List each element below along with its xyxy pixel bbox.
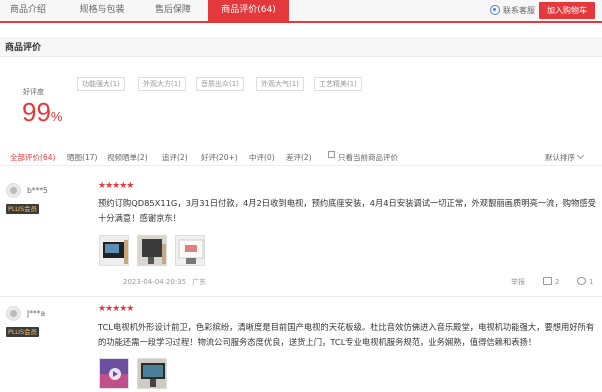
filter-neutral[interactable]: 中评(0) xyxy=(249,152,275,163)
tab-product-intro[interactable]: 商品介绍 xyxy=(0,0,56,21)
filter-negative[interactable]: 差评(2) xyxy=(286,152,312,163)
only-current-checkbox[interactable] xyxy=(328,151,335,158)
photo-image xyxy=(138,236,166,265)
review-video-thumbnail[interactable] xyxy=(99,358,129,389)
filter-photos[interactable]: 晒图(17) xyxy=(67,152,97,163)
sort-dropdown[interactable]: 默认排序 xyxy=(545,151,585,163)
filter-followup[interactable]: 追评(2) xyxy=(162,152,188,163)
like-count: 2 xyxy=(555,278,560,286)
filter-positive[interactable]: 好评(20+) xyxy=(201,152,238,163)
tab-reviews[interactable]: 商品评价(64) xyxy=(208,0,289,21)
plus-member-badge: PLUS会员 xyxy=(6,204,40,214)
review-divider xyxy=(0,296,602,297)
rating-label: 好评度 xyxy=(23,88,44,96)
review-text: 预约订购QD85X11G，3月31日付款，4月2日收到电视，预约底座安装，4月4… xyxy=(98,198,596,223)
video-image xyxy=(100,359,128,388)
review-photo-thumbnail[interactable] xyxy=(175,235,205,266)
only-current-label[interactable]: 只看当前商品评价 xyxy=(338,152,398,163)
tab-after-sales[interactable]: 售后保障 xyxy=(144,0,202,21)
review-photo-thumbnail[interactable] xyxy=(137,358,167,389)
plus-member-badge: PLUS会员 xyxy=(6,327,40,337)
rating-unit: % xyxy=(50,109,63,124)
rating-number: 99 xyxy=(22,97,51,127)
sort-label: 默认排序 xyxy=(545,153,575,162)
photo-image xyxy=(100,236,128,265)
contact-service-label: 联系客服 xyxy=(503,6,535,15)
filter-video[interactable]: 视频晒单(2) xyxy=(107,152,148,163)
product-tab-bar: 商品介绍 规格与包装 售后保障 商品评价(64) 联系客服 加入购物车 xyxy=(0,0,602,23)
star-rating: ★★★★★ xyxy=(98,181,134,191)
review-filter-bar: 全部评价(64) 晒图(17) 视频晒单(2) 追评(2) 好评(20+) 中评… xyxy=(0,147,602,166)
review-tag[interactable]: 外观大方(1) xyxy=(138,77,186,91)
review-photo-thumbnail[interactable] xyxy=(137,235,167,266)
section-title: 商品评价 xyxy=(0,38,602,57)
review-photo-thumbnail[interactable] xyxy=(99,235,129,266)
thumbs-up-icon xyxy=(543,277,552,285)
review-location: 广东 xyxy=(192,278,207,286)
star-rating: ★★★★★ xyxy=(98,304,134,314)
report-link[interactable]: 举报 xyxy=(511,277,525,287)
rating-value: 99% xyxy=(22,97,62,132)
comment-icon xyxy=(577,277,586,285)
like-button[interactable]: 2 xyxy=(543,277,559,286)
contact-service-link[interactable]: 联系客服 xyxy=(490,3,535,19)
service-icon xyxy=(490,5,500,15)
review-username: J***a xyxy=(27,309,46,318)
review-tag[interactable]: 工艺精美(1) xyxy=(314,77,362,91)
review-tag[interactable]: 音质出众(1) xyxy=(196,77,244,91)
review-text: TCL电视机外形设计前卫，色彩缤纷，清晰度是目前国产电视的天花板级。杜比音效仿佛… xyxy=(98,322,595,347)
filter-all[interactable]: 全部评价(64) xyxy=(10,152,55,163)
tab-specs[interactable]: 规格与包装 xyxy=(70,0,134,21)
avatar[interactable] xyxy=(6,306,21,321)
review-tag[interactable]: 外观大气(1) xyxy=(256,77,304,91)
comment-count: 1 xyxy=(589,278,594,286)
chevron-down-icon xyxy=(576,151,585,160)
review-tag[interactable]: 功能强大(1) xyxy=(77,77,125,91)
review-time: 2023-04-04 20:35 xyxy=(123,278,187,286)
review-meta: 2023-04-04 20:35 广东 xyxy=(123,277,206,287)
add-to-cart-button[interactable]: 加入购物车 xyxy=(539,2,595,19)
avatar[interactable] xyxy=(6,183,21,198)
review-username: b***5 xyxy=(27,186,48,195)
photo-image xyxy=(176,236,204,265)
photo-image xyxy=(138,359,166,388)
comment-button[interactable]: 1 xyxy=(577,277,593,286)
